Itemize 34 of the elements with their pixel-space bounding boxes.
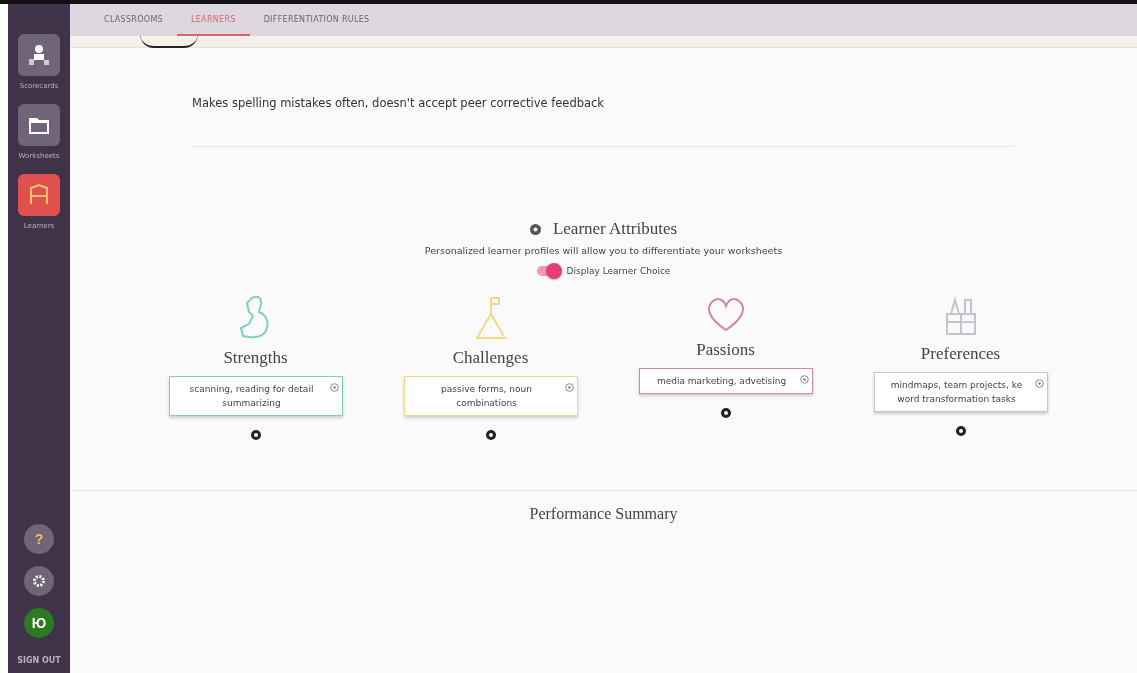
attribute-field[interactable]: media marketing, advetising: [638, 368, 813, 394]
settings-icon: [32, 574, 46, 588]
add-icon[interactable]: [955, 426, 966, 436]
sidebar-item[interactable]: [18, 104, 60, 146]
clear-icon[interactable]: [799, 375, 809, 384]
clear-icon[interactable]: [1034, 379, 1044, 388]
sidebar-item[interactable]: [18, 34, 60, 76]
tab[interactable]: DIFFERENTIATION RULES: [249, 4, 384, 36]
help-icon[interactable]: [529, 223, 541, 235]
add-icon[interactable]: [250, 430, 261, 440]
attribute-title: Challenges: [452, 348, 529, 368]
section-title: Performance Summary: [528, 505, 679, 523]
section-subtitle: Personalized learner profiles will allow you to differentiate your worksheets: [423, 245, 784, 256]
attribute-field[interactable]: passive forms, noun combinations: [403, 376, 578, 416]
add-icon[interactable]: [720, 408, 731, 418]
tab[interactable]: CLASSROOMS: [90, 4, 177, 36]
section-title: Learner Attributes: [552, 219, 678, 239]
attribute-field[interactable]: mindmaps, team projects, ke word transformation tasks: [873, 372, 1048, 412]
toggle-label: Display Learner Choice: [566, 266, 671, 276]
attribute-title: Passions: [696, 340, 755, 360]
clear-icon[interactable]: [564, 383, 574, 392]
attribute-title: Strengths: [223, 348, 288, 368]
settings-button[interactable]: [24, 566, 54, 596]
toggle-switch[interactable]: [536, 266, 561, 276]
user-avatar[interactable]: Ю: [24, 608, 54, 638]
help-button[interactable]: ?: [24, 524, 54, 554]
sign-out-link[interactable]: SIGN OUT: [17, 656, 61, 665]
sidebar-item[interactable]: [18, 174, 60, 216]
add-icon[interactable]: [485, 430, 496, 440]
learner-note: Makes spelling mistakes often, doesn't accept peer corrective feedback: [192, 96, 606, 110]
attribute-field[interactable]: scanning, reading for detail summarizing: [168, 376, 343, 416]
attribute-title: Preferences: [920, 344, 1001, 364]
person-icon: [26, 42, 52, 68]
clear-icon[interactable]: [329, 383, 339, 392]
